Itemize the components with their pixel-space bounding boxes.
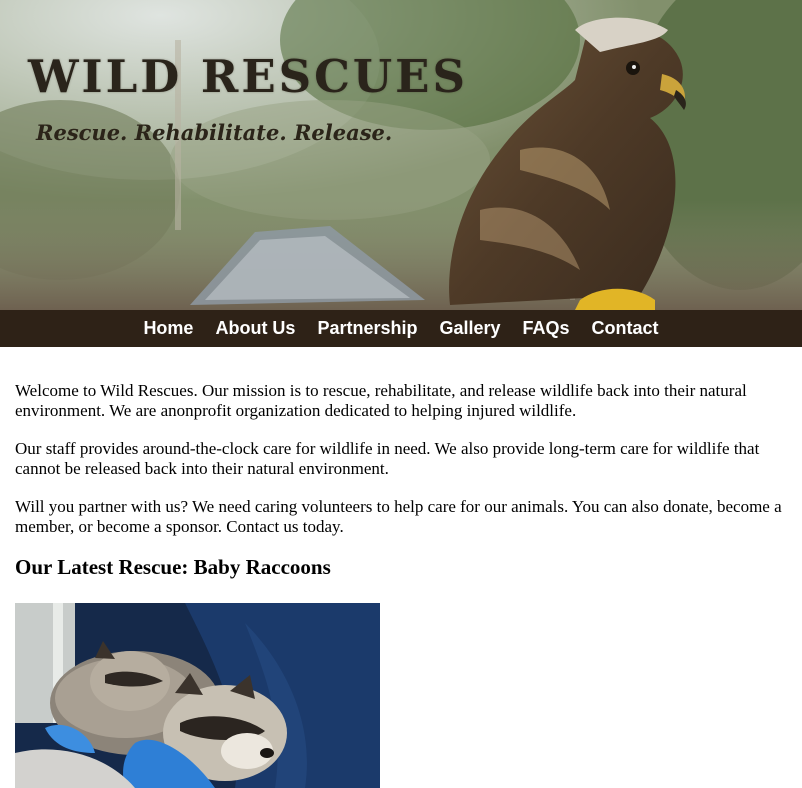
baby-raccoons-photo — [15, 603, 380, 788]
site-title: WILD RESCUES — [28, 50, 468, 103]
latest-rescue-heading: Our Latest Rescue: Baby Raccoons — [15, 555, 331, 579]
hero-banner: WILD RESCUES Rescue. Rehabilitate. Relea… — [0, 0, 802, 310]
main-content: Welcome to Wild Rescues. Our mission is … — [15, 381, 787, 595]
nav-item-contact[interactable]: Contact — [592, 318, 659, 339]
staff-paragraph: Our staff provides around-the-clock care… — [15, 439, 760, 478]
nav-item-partnership[interactable]: Partnership — [317, 318, 417, 339]
hawk-banner-image — [0, 0, 802, 310]
nav-item-faqs[interactable]: FAQs — [523, 318, 570, 339]
nav-item-home[interactable]: Home — [143, 318, 193, 339]
partner-paragraph: Will you partner with us? We need caring… — [15, 497, 782, 536]
welcome-paragraph: Welcome to Wild Rescues. Our mission is … — [15, 381, 747, 420]
nav-item-gallery[interactable]: Gallery — [439, 318, 500, 339]
main-navigation: Home About Us Partnership Gallery FAQs C… — [0, 310, 802, 347]
nav-item-about-us[interactable]: About Us — [215, 318, 295, 339]
site-tagline: Rescue. Rehabilitate. Release. — [36, 120, 393, 145]
